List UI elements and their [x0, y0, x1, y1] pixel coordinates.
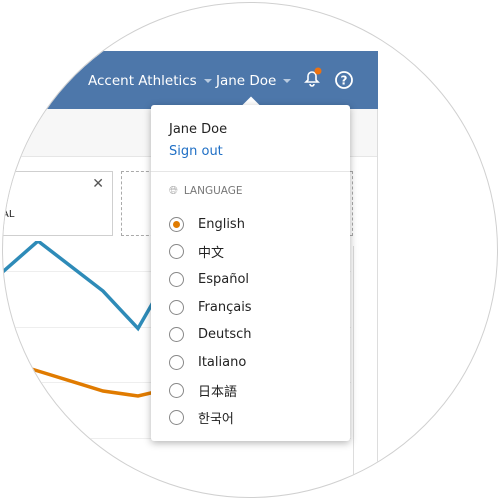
widget-card: ✕ AL [2, 171, 113, 236]
language-label: Español [198, 271, 250, 287]
language-label: 日本語 [198, 384, 238, 400]
radio-button[interactable] [169, 216, 184, 232]
notification-badge [314, 67, 322, 75]
caret-down-icon [283, 79, 292, 83]
top-nav-bar: Accent Athletics Jane Doe ? [3, 51, 378, 109]
radio-button[interactable] [169, 355, 184, 370]
caret-down-icon [203, 79, 212, 83]
divider [377, 109, 378, 464]
language-heading: LANGUAGE [183, 185, 243, 197]
radio-button[interactable] [169, 299, 184, 315]
radio-button[interactable] [169, 410, 184, 426]
account-menu[interactable]: Accent Athletics [88, 73, 212, 89]
radio-button[interactable] [169, 327, 184, 343]
language-option[interactable]: Français [169, 297, 252, 317]
language-option[interactable]: Deutsch [169, 325, 252, 345]
svg-text:?: ? [341, 74, 348, 88]
language-option[interactable]: English [169, 214, 245, 234]
language-option[interactable]: 한국어 [169, 408, 234, 428]
dropdown-user-name: Jane Doe [169, 122, 228, 137]
user-menu[interactable]: Jane Doe [216, 73, 292, 89]
bell-icon[interactable] [301, 67, 323, 89]
card-label: AL [2, 209, 15, 220]
sign-out-link[interactable]: Sign out [169, 144, 223, 159]
user-label: Jane Doe [216, 73, 277, 89]
close-icon[interactable]: ✕ [92, 176, 104, 192]
user-dropdown: Jane Doe Sign out 🌐︎ LANGUAGE English 中文 E… [151, 105, 350, 441]
divider [353, 246, 354, 476]
radio-button[interactable] [169, 382, 184, 398]
divider [151, 171, 350, 172]
language-label: English [198, 216, 245, 232]
globe-icon: 🌐︎ [169, 184, 178, 197]
language-option[interactable]: 日本語 [169, 380, 237, 400]
language-option[interactable]: Español [169, 269, 249, 289]
language-label: Italiano [198, 355, 247, 370]
language-option[interactable]: 中文 [169, 242, 224, 262]
language-label: 中文 [198, 246, 225, 262]
language-option[interactable]: Italiano [169, 353, 246, 373]
language-label: Français [198, 299, 252, 315]
radio-button[interactable] [169, 271, 184, 287]
language-label: Deutsch [198, 327, 252, 343]
radio-button[interactable] [169, 244, 184, 260]
help-icon[interactable]: ? [334, 70, 354, 90]
account-label: Accent Athletics [88, 73, 197, 89]
language-label: 한국어 [198, 412, 234, 428]
circular-frame: Accent Athletics Jane Doe ? ✕ AL Jane Do… [2, 2, 498, 498]
